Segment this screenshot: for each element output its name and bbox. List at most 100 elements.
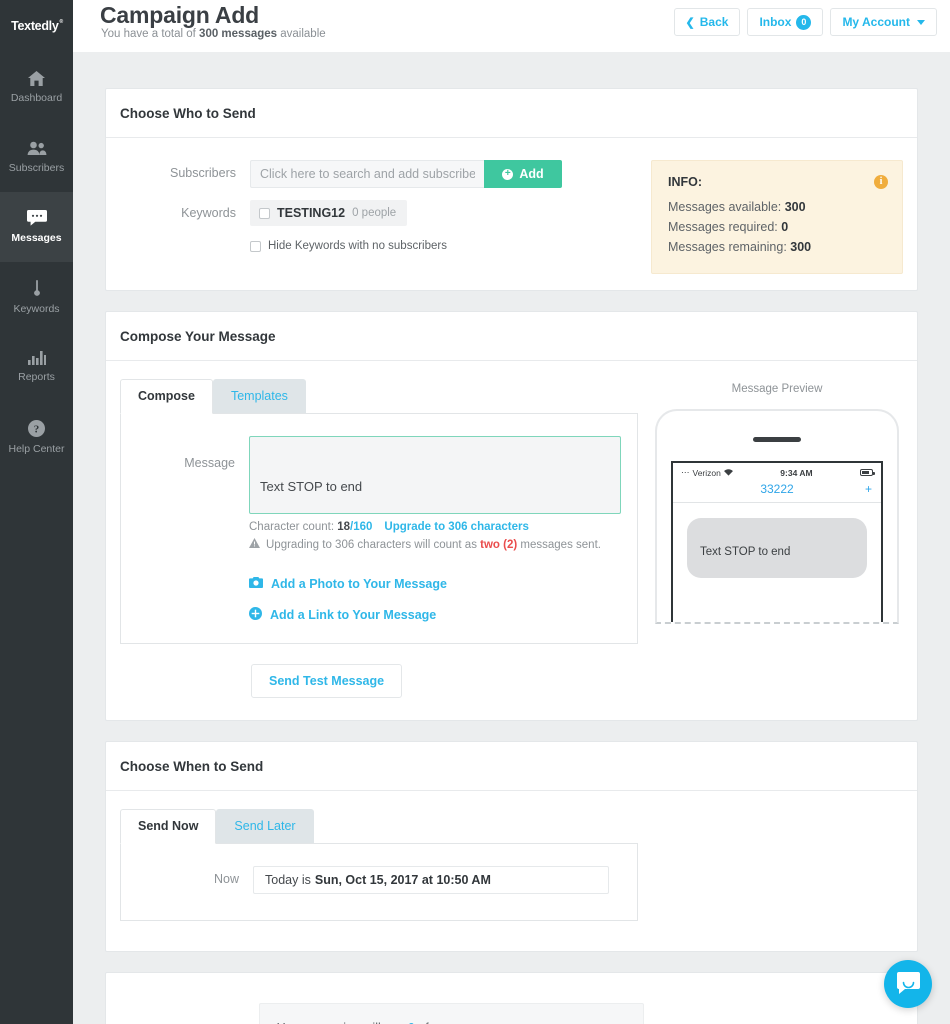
chevron-down-icon <box>917 20 925 25</box>
sidebar-item-reports[interactable]: Reports <box>0 332 73 402</box>
message-textarea[interactable] <box>249 436 621 514</box>
chat-icon <box>27 210 47 226</box>
phone-speaker <box>753 437 801 442</box>
compose-panel-title: Compose Your Message <box>106 312 917 361</box>
add-subscribers-button[interactable]: + Add <box>484 160 562 188</box>
info-messages-available: Messages available: 300 <box>668 197 886 217</box>
sidebar-item-messages[interactable]: Messages <box>0 192 73 262</box>
phone-clock: 9:34 AM <box>780 468 812 478</box>
message-preview-title: Message Preview <box>651 383 903 395</box>
today-date-field: Today is Sun, Oct 15, 2017 at 10:50 AM <box>253 866 609 894</box>
inbox-button-label: Inbox <box>759 15 791 29</box>
subscribers-label: Subscribers <box>120 160 250 180</box>
people-icon <box>27 141 47 156</box>
inbox-button[interactable]: Inbox 0 <box>747 8 823 36</box>
compose-tab-panel: Message Character count: 18/160Upgrade t… <box>120 413 638 644</box>
key-icon <box>32 280 42 297</box>
top-header: Campaign Add You have a total of 300 mes… <box>73 0 950 52</box>
add-photo-link[interactable]: Add a Photo to Your Message <box>249 577 621 591</box>
my-account-button[interactable]: My Account <box>830 8 937 36</box>
sidebar-item-label: Messages <box>11 232 61 244</box>
plus-circle-link-icon <box>249 607 262 623</box>
add-link-link[interactable]: Add a Link to Your Message <box>249 607 621 623</box>
message-control: Character count: 18/160Upgrade to 306 ch… <box>249 436 621 623</box>
preview-message-bubble: Text STOP to end <box>687 518 867 578</box>
keyword-people-count: 0 people <box>352 207 396 219</box>
send-test-wrap: Send Test Message <box>120 644 638 698</box>
info-available-value: 300 <box>785 200 806 214</box>
now-row: Now Today is Sun, Oct 15, 2017 at 10:50 … <box>137 866 621 894</box>
add-link-label: Add a Link to Your Message <box>270 608 436 622</box>
compose-left-column: Compose Templates Message Character coun… <box>120 379 638 698</box>
signal-dots-icon: ⋯ <box>681 467 690 478</box>
compose-panel-body: Compose Templates Message Character coun… <box>106 361 917 720</box>
back-button[interactable]: ❮ Back <box>674 8 741 36</box>
choose-when-panel: Choose When to Send Send Now Send Later … <box>105 741 918 952</box>
phone-nav-bar: 33222 + <box>673 480 881 503</box>
info-remaining-value: 300 <box>790 240 811 254</box>
hide-keywords-checkbox[interactable] <box>250 241 261 252</box>
carrier-name: Verizon <box>693 468 721 478</box>
brand-logo[interactable]: Textedly <box>0 0 73 52</box>
sidebar-item-keywords[interactable]: Keywords <box>0 262 73 332</box>
message-preview: Message Preview ⋯ Verizon 9 <box>651 383 903 624</box>
add-button-label: Add <box>519 167 543 181</box>
subtitle-prefix: You have a total of <box>101 28 199 40</box>
subscribers-search-input[interactable] <box>250 160 484 188</box>
wifi-icon <box>724 468 733 478</box>
warning-prefix: Upgrading to 306 characters will count a… <box>266 539 480 551</box>
sidebar-item-help-center[interactable]: ? Help Center <box>0 402 73 472</box>
info-title: INFO: <box>668 175 886 189</box>
keyword-checkbox[interactable] <box>259 208 270 219</box>
message-label: Message <box>137 436 249 470</box>
info-remaining-label: Messages remaining: <box>668 240 790 254</box>
tab-send-now[interactable]: Send Now <box>120 809 216 844</box>
battery-icon <box>860 469 873 476</box>
warning-suffix: messages sent. <box>517 539 601 551</box>
chevron-left-icon: ❮ <box>686 16 695 29</box>
upgrade-characters-link[interactable]: Upgrade to 306 characters <box>384 521 528 533</box>
subtitle-message-total: 300 messages <box>199 28 277 40</box>
warning-strong: two (2) <box>480 539 517 551</box>
hide-keywords-label: Hide Keywords with no subscribers <box>268 240 447 252</box>
choose-who-body: Subscribers + Add Keywords <box>106 138 917 290</box>
tab-send-later[interactable]: Send Later <box>216 809 313 844</box>
page-subtitle: You have a total of 300 messages availab… <box>101 28 326 40</box>
shortcode-number: 33222 <box>760 482 793 496</box>
tab-templates[interactable]: Templates <box>213 379 306 414</box>
sidebar-item-label: Subscribers <box>9 162 64 174</box>
info-required-label: Messages required: <box>668 220 781 234</box>
subtitle-suffix: available <box>277 28 326 40</box>
svg-text:?: ? <box>34 423 40 435</box>
keyword-chip-testing12[interactable]: TESTING12 0 people <box>250 200 407 226</box>
warning-text: Upgrading to 306 characters will count a… <box>266 539 601 551</box>
send-now-tab-panel: Now Today is Sun, Oct 15, 2017 at 10:50 … <box>120 843 638 921</box>
inbox-count-badge: 0 <box>796 15 811 30</box>
my-account-label: My Account <box>842 15 910 29</box>
char-count-max: 160 <box>353 521 372 533</box>
choose-when-title: Choose When to Send <box>106 742 917 791</box>
warning-triangle-icon <box>249 538 260 551</box>
sidebar-item-subscribers[interactable]: Subscribers <box>0 122 73 192</box>
carrier-status: ⋯ Verizon <box>681 467 733 478</box>
char-count-used: 18 <box>337 521 350 533</box>
subscribers-input-group: + Add <box>250 160 562 188</box>
final-panel-body: Your campaign will use 0 of your message… <box>106 973 917 1024</box>
tab-compose[interactable]: Compose <box>120 379 213 414</box>
chat-widget-button[interactable] <box>884 960 932 1008</box>
when-tabs: Send Now Send Later <box>120 809 638 844</box>
home-icon <box>28 71 45 86</box>
sidebar-item-label: Dashboard <box>11 92 62 104</box>
now-label: Now <box>137 866 253 886</box>
send-test-message-button[interactable]: Send Test Message <box>251 664 402 698</box>
info-box: i INFO: Messages available: 300 Messages… <box>651 160 903 274</box>
character-count-line: Character count: 18/160Upgrade to 306 ch… <box>249 521 621 533</box>
sidebar-item-label: Help Center <box>8 443 64 455</box>
choose-when-body: Send Now Send Later Now Today is Sun, Oc… <box>106 791 917 951</box>
phone-mockup: ⋯ Verizon 9:34 AM 33222 + <box>655 409 899 624</box>
today-prefix: Today is <box>265 873 311 887</box>
question-circle-icon: ? <box>28 420 45 437</box>
compose-panel: Compose Your Message Compose Templates M… <box>105 311 918 721</box>
campaign-usage-box: Your campaign will use 0 of your message… <box>259 1003 644 1024</box>
sidebar-item-dashboard[interactable]: Dashboard <box>0 52 73 122</box>
